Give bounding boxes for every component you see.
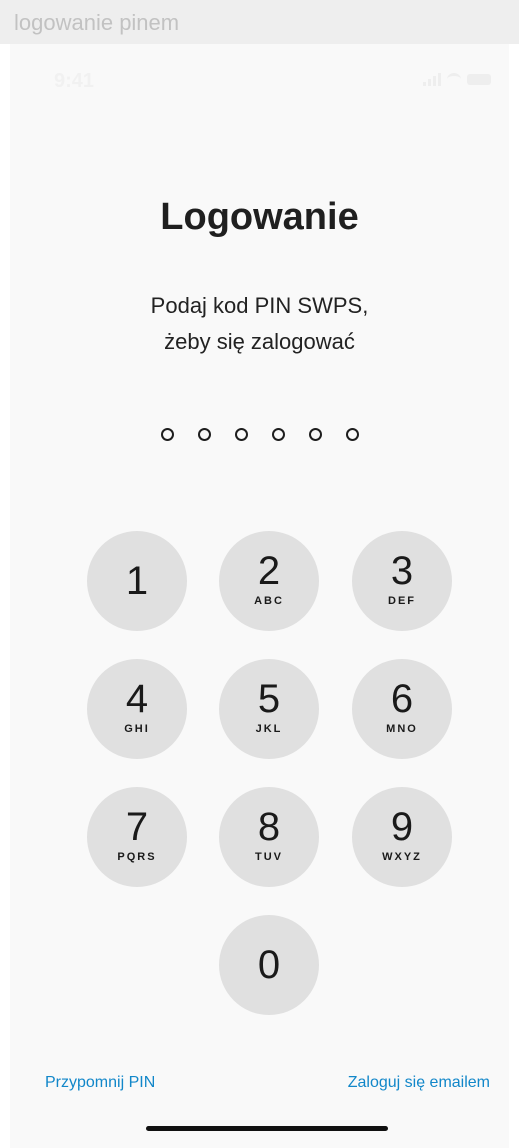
login-instructions: Podaj kod PIN SWPS, żeby się zalogować	[0, 288, 519, 360]
key-digit: 0	[257, 943, 281, 987]
page: logowanie pinem 9:41 Logowanie Podaj kod…	[0, 0, 519, 1148]
pin-dot	[160, 428, 174, 441]
keypad-key-0[interactable]: 0	[219, 915, 319, 1015]
key-digit: 4	[125, 677, 149, 721]
key-digit: 8	[257, 805, 281, 849]
instructions-line-1: Podaj kod PIN SWPS,	[150, 293, 369, 318]
keypad-key-7[interactable]: 7 PQRS	[87, 787, 187, 887]
pin-dot	[308, 428, 322, 441]
key-digit: 2	[257, 549, 281, 593]
keypad-key-6[interactable]: 6 MNO	[352, 659, 452, 759]
key-letters: PQRS	[117, 851, 157, 863]
keypad-key-4[interactable]: 4 GHI	[87, 659, 187, 759]
key-letters: JKL	[255, 723, 283, 735]
keypad-key-3[interactable]: 3 DEF	[352, 531, 452, 631]
key-digit: 3	[390, 549, 414, 593]
keypad-key-1[interactable]: 1	[87, 531, 187, 631]
pin-dot	[345, 428, 359, 441]
window-caption: logowanie pinem	[14, 10, 180, 35]
signal-icon	[423, 72, 441, 86]
key-digit: 6	[390, 677, 414, 721]
key-letters: DEF	[388, 595, 416, 607]
login-with-email-link[interactable]: Zaloguj się emailem	[348, 1074, 490, 1092]
status-icons	[423, 72, 491, 86]
key-letters: GHI	[124, 723, 150, 735]
window-caption-bar: logowanie pinem	[0, 0, 519, 44]
battery-icon	[467, 73, 491, 85]
wifi-icon	[447, 72, 461, 86]
key-digit: 5	[257, 677, 281, 721]
key-letters: WXYZ	[382, 851, 422, 863]
keypad-key-9[interactable]: 9 WXYZ	[352, 787, 452, 887]
home-indicator[interactable]	[146, 1126, 388, 1131]
instructions-line-2: żeby się zalogować	[164, 329, 355, 354]
key-letters: MNO	[386, 723, 418, 735]
pin-dot	[234, 428, 248, 441]
key-digit: 9	[390, 805, 414, 849]
key-digit: 7	[125, 805, 149, 849]
pin-dot	[271, 428, 285, 441]
keypad-key-5[interactable]: 5 JKL	[219, 659, 319, 759]
status-time: 9:41	[54, 70, 95, 92]
keypad-key-2[interactable]: 2 ABC	[219, 531, 319, 631]
key-letters: ABC	[254, 595, 284, 607]
keypad-key-8[interactable]: 8 TUV	[219, 787, 319, 887]
remind-pin-link[interactable]: Przypomnij PIN	[45, 1074, 155, 1092]
key-digit: 1	[125, 559, 149, 603]
page-title: Logowanie	[160, 196, 359, 238]
key-letters: TUV	[255, 851, 283, 863]
pin-indicator	[0, 428, 519, 441]
pin-dot	[197, 428, 211, 441]
